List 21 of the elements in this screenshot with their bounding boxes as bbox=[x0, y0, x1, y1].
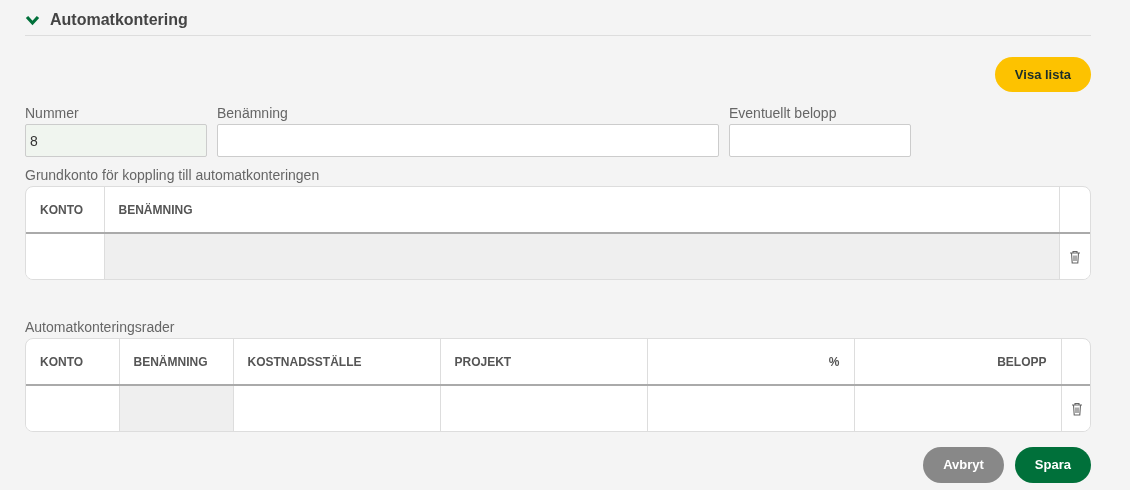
input-field[interactable] bbox=[729, 124, 911, 157]
field-label: Benämning bbox=[217, 104, 289, 122]
cancel-button[interactable]: Avbryt bbox=[923, 447, 1004, 483]
table-cell[interactable] bbox=[26, 233, 104, 279]
save-button[interactable]: Spara bbox=[1014, 447, 1091, 483]
show-list-button[interactable]: Visa lista bbox=[994, 57, 1091, 92]
field-label: Nummer bbox=[25, 104, 80, 122]
table-caption: Automatkonteringsrader bbox=[25, 318, 176, 336]
section-title: Automatkontering bbox=[50, 10, 188, 30]
table-cell[interactable] bbox=[854, 385, 1061, 431]
table-cell[interactable] bbox=[26, 385, 119, 431]
chevron-down-icon[interactable] bbox=[25, 14, 40, 26]
table-cell[interactable] bbox=[440, 385, 647, 431]
table-cell[interactable] bbox=[233, 385, 440, 431]
table-caption: Grundkonto för koppling till automatkonteringen bbox=[25, 166, 321, 184]
table-cell[interactable] bbox=[647, 385, 854, 431]
input-field[interactable]: 8 bbox=[25, 124, 207, 157]
trash-icon[interactable] bbox=[1068, 250, 1081, 265]
field-label: Eventuellt belopp bbox=[729, 104, 838, 122]
input-field[interactable] bbox=[217, 124, 719, 157]
trash-icon[interactable] bbox=[1070, 402, 1083, 417]
